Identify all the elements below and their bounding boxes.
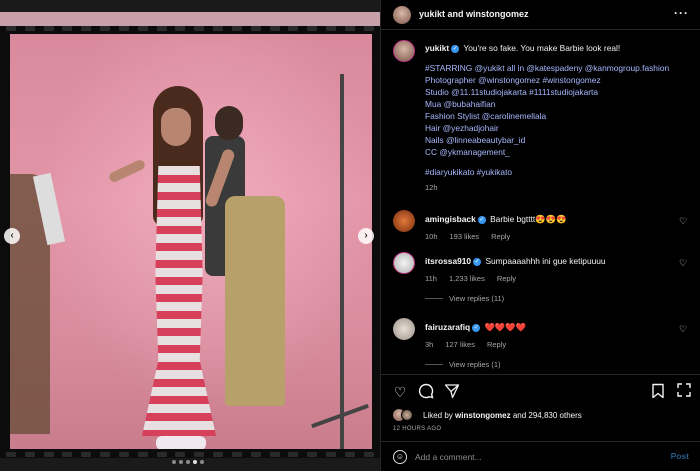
comment-time: 10h — [425, 232, 438, 241]
verified-icon: ✓ — [473, 257, 482, 266]
caption-line: #STARRING @yukikt all in @katespadeny @k… — [425, 63, 670, 73]
verified-icon: ✓ — [477, 215, 486, 224]
comment-likes[interactable]: 193 likes — [450, 232, 480, 241]
post-comment-button[interactable]: Post — [671, 451, 689, 461]
view-replies-label: View replies (1) — [449, 360, 501, 369]
comment-reply-button[interactable]: Reply — [491, 232, 510, 241]
carousel-dot — [186, 460, 190, 464]
view-replies-button[interactable]: View replies (11) — [425, 294, 504, 303]
film-strip-top — [0, 12, 380, 26]
view-replies-line — [425, 298, 443, 299]
comment-avatar[interactable] — [393, 210, 415, 232]
comment-reply-button[interactable]: Reply — [497, 274, 516, 283]
verified-icon: ✓ — [472, 323, 481, 332]
share-icon[interactable] — [443, 383, 461, 401]
comment-input[interactable] — [415, 450, 655, 464]
film-frame — [0, 12, 380, 458]
comment-avatar[interactable] — [393, 252, 415, 274]
comment-meta: 3h 127 likes Reply — [425, 340, 506, 349]
comment-text-row: amingisback ✓ Barbie bgtttt😍😍😍 — [425, 213, 670, 225]
comment-reply-button[interactable]: Reply — [487, 340, 506, 349]
view-replies-label: View replies (11) — [449, 294, 505, 303]
caption-time: 12h — [425, 183, 438, 192]
photo-model — [107, 86, 238, 449]
like-comment-icon[interactable]: ♡ — [679, 258, 689, 268]
comment-text-row: itsrossa910 ✓ Sumpaaaahhh ini gue ketipuu… — [425, 255, 670, 267]
view-replies-line — [425, 364, 443, 365]
like-icon[interactable]: ♡ — [391, 383, 409, 401]
caption-line: Fashion Stylist @carolinemellala — [425, 111, 547, 121]
author-avatar[interactable] — [393, 6, 411, 24]
post-actions: ♡ — [381, 374, 700, 406]
caption-line: Hair @yezhadjohair — [425, 123, 499, 133]
emoji-icon[interactable]: ☺ — [393, 450, 407, 464]
caption-body: yukikt ✓ You're so fake. You make Barbie … — [425, 42, 690, 194]
comment-time: 3h — [425, 340, 434, 349]
carousel-prev-button[interactable]: ‹ — [4, 228, 20, 244]
likes-text: Liked by winstongomez and 294,830 others — [423, 411, 582, 420]
comment-likes[interactable]: 1,233 likes — [449, 274, 485, 283]
carousel-dot — [179, 460, 183, 464]
caption-line: CC @ykmanagement_ — [425, 147, 510, 157]
comment-text: ❤️❤️❤️❤️ — [484, 322, 527, 332]
comment-username[interactable]: itsrossa910 — [425, 256, 471, 266]
post-media[interactable]: ‹ › — [0, 0, 380, 471]
carousel-dots — [172, 460, 204, 464]
comment-username[interactable]: amingisback — [425, 214, 476, 224]
carousel-next-button[interactable]: › — [358, 228, 374, 244]
comment-likes[interactable]: 127 likes — [445, 340, 475, 349]
like-comment-icon[interactable]: ♡ — [679, 324, 689, 334]
comment-text: Barbie bgtttt😍😍😍 — [490, 214, 567, 224]
caption-line: Nails @linneabeautybar_id — [425, 135, 526, 145]
comment-meta: 11h 1,233 likes Reply — [425, 274, 516, 283]
caption-avatar[interactable] — [393, 40, 415, 62]
likes-others[interactable]: and 294,830 others — [513, 411, 582, 420]
post-timestamp: 12 HOURS AGO — [393, 426, 442, 432]
caption-line: Studio @11.11studiojakarta #1111studioja… — [425, 87, 599, 97]
view-replies-button[interactable]: View replies (1) — [425, 360, 501, 369]
comment-avatar[interactable] — [393, 318, 415, 340]
likes-user[interactable]: winstongomez — [455, 411, 511, 420]
caption-text: You're so fake. You make Barbie look rea… — [463, 43, 621, 53]
post-header: yukikt and winstongomez ··· — [381, 0, 700, 30]
comment-time: 11h — [425, 274, 437, 283]
like-comment-icon[interactable]: ♡ — [679, 216, 689, 226]
caption-username[interactable]: yukikt — [425, 43, 449, 53]
carousel-dot — [200, 460, 204, 464]
film-sprockets-top — [0, 26, 380, 34]
more-icon[interactable]: ··· — [674, 6, 689, 20]
post-authors[interactable]: yukikt and winstongomez — [419, 9, 529, 19]
likes-summary[interactable]: Liked by winstongomez and 294,830 others — [393, 408, 693, 426]
comment-text: Sumpaaaahhh ini gue ketipuuuu — [485, 256, 606, 266]
add-comment-bar: ☺ Post — [381, 441, 700, 471]
carousel-dot — [193, 460, 197, 464]
caption-line: Photographer @winstongomez #winstongomez — [425, 75, 601, 85]
comments-section[interactable]: yukikt ✓ You're so fake. You make Barbie … — [381, 30, 700, 374]
comment-icon[interactable] — [417, 383, 435, 401]
expand-icon[interactable] — [675, 383, 693, 401]
comment-meta: 10h 193 likes Reply — [425, 232, 510, 241]
carousel-dot — [172, 460, 176, 464]
photo-light-stand — [340, 74, 344, 449]
bookmark-icon[interactable] — [649, 383, 667, 401]
photo — [10, 34, 372, 449]
verified-icon: ✓ — [451, 44, 460, 53]
film-sprockets-bottom — [0, 452, 380, 460]
post-sidebar: yukikt and winstongomez ··· yukikt ✓ You'… — [380, 0, 700, 471]
caption-line: Mua @bubahaifian — [425, 99, 496, 109]
caption-hashtags[interactable]: #diaryukikato #yukikato — [425, 166, 690, 178]
likes-prefix: Liked by — [423, 411, 453, 420]
comment-text-row: fairuzarafiq ✓ ❤️❤️❤️❤️ — [425, 321, 670, 333]
comment-username[interactable]: fairuzarafiq — [425, 322, 470, 332]
liker-avatar — [401, 409, 413, 421]
